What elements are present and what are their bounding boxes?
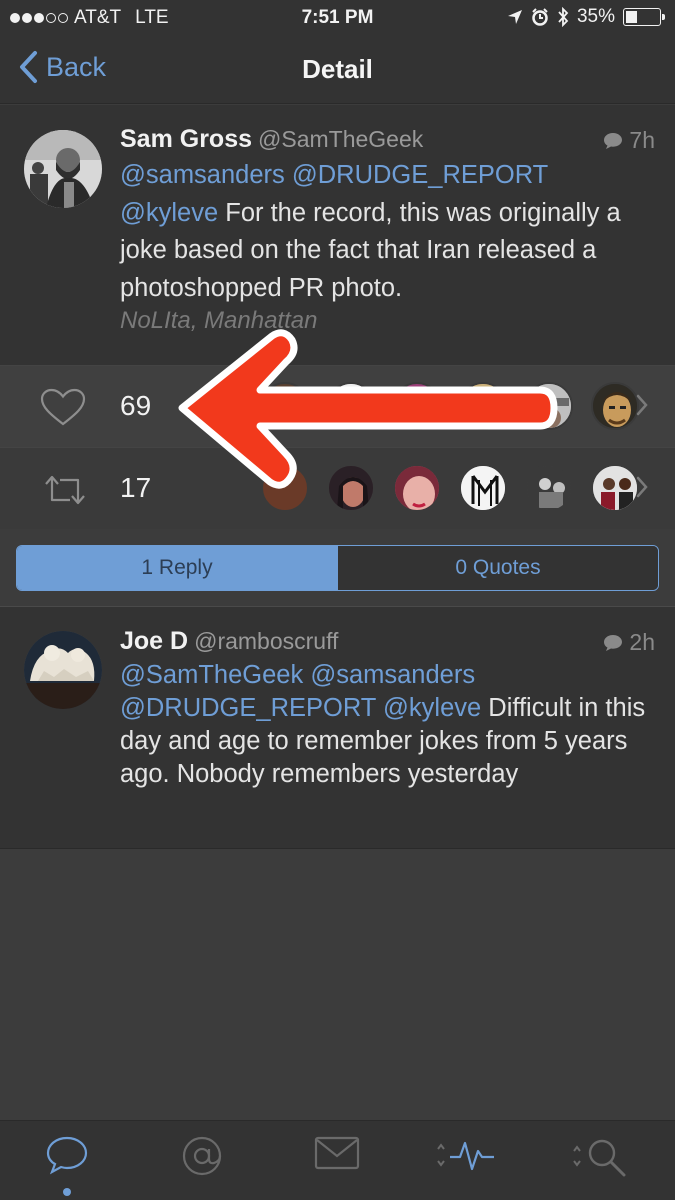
- reply-text: @SamTheGeek @samsanders @DRUDGE_REPORT @…: [120, 659, 653, 791]
- liker-avatar[interactable]: [459, 382, 507, 430]
- retweeter-avatar[interactable]: [261, 464, 309, 512]
- heart-icon: [40, 388, 86, 426]
- replies-quotes-segment: 1 Reply 0 Quotes: [16, 545, 659, 591]
- mention-link[interactable]: @kyleve: [383, 694, 481, 722]
- alarm-icon: [532, 8, 548, 26]
- segment-section: 1 Reply 0 Quotes: [0, 529, 675, 607]
- author-name[interactable]: Sam Gross: [120, 125, 252, 153]
- battery-percent: 35%: [576, 6, 615, 27]
- search-icon: [573, 1139, 626, 1177]
- chevron-right-icon: [636, 394, 648, 416]
- retweets-count: 17: [120, 472, 152, 503]
- status-bar: AT&T LTE 7:51 PM 35%: [0, 0, 675, 36]
- retweeter-avatar[interactable]: [591, 464, 639, 512]
- liker-avatar[interactable]: [591, 382, 639, 430]
- activity-tab[interactable]: [427, 1135, 499, 1195]
- likes-count: 69: [120, 390, 152, 421]
- reply-author-name[interactable]: Joe D: [120, 627, 188, 655]
- quotes-tab[interactable]: 0 Quotes: [337, 546, 658, 590]
- tweet-text: @samsanders @DRUDGE_REPORT @kyleve For t…: [120, 157, 653, 307]
- main-tweet: Sam Gross @SamTheGeek 7h @samsanders @DRU…: [0, 105, 675, 365]
- likes-row[interactable]: 69: [0, 365, 675, 447]
- status-icons: 35%: [507, 6, 665, 28]
- at-sign-icon: [182, 1136, 222, 1176]
- mention-link[interactable]: @SamTheGeek: [120, 661, 303, 689]
- reply-author-avatar[interactable]: [24, 631, 102, 709]
- activity-pulse-icon: [437, 1141, 494, 1171]
- reply-timestamp: 2h: [603, 629, 655, 656]
- liker-avatar[interactable]: [393, 382, 441, 430]
- replies-tab[interactable]: 1 Reply: [17, 546, 337, 590]
- battery-icon: [623, 8, 665, 26]
- retweeter-avatar[interactable]: [459, 464, 507, 512]
- mention-link[interactable]: @DRUDGE_REPORT: [292, 161, 548, 189]
- retweeter-avatar[interactable]: [327, 464, 375, 512]
- chevron-right-icon: [636, 476, 648, 498]
- mention-link[interactable]: @DRUDGE_REPORT: [120, 694, 376, 722]
- tab-bar: [0, 1120, 675, 1200]
- reply-author-handle[interactable]: @ramboscruff: [194, 628, 338, 654]
- time-ago: 2h: [629, 629, 655, 655]
- liker-avatar[interactable]: [327, 382, 375, 430]
- reply-bubble-icon: [604, 634, 623, 651]
- liker-avatar[interactable]: [261, 382, 309, 430]
- reply-bubble-icon: [604, 132, 623, 149]
- tweet-header: Sam Gross @SamTheGeek 7h: [120, 125, 655, 157]
- tweet-location[interactable]: NoLIta, Manhattan: [120, 307, 317, 335]
- mention-link[interactable]: @samsanders: [310, 661, 475, 689]
- location-icon: [507, 10, 522, 24]
- timeline-tab[interactable]: [27, 1135, 107, 1196]
- bluetooth-icon: [558, 7, 569, 27]
- page-title: Detail: [302, 54, 373, 84]
- tweet-timestamp: 7h: [603, 127, 655, 154]
- retweet-icon: [45, 475, 85, 505]
- messages-tab[interactable]: [297, 1135, 377, 1195]
- author-avatar[interactable]: [24, 130, 102, 208]
- retweeter-avatar[interactable]: [525, 464, 573, 512]
- search-tab[interactable]: [568, 1135, 634, 1195]
- speech-bubble-icon: [46, 1136, 88, 1175]
- retweeter-avatars: [253, 464, 639, 514]
- liker-avatar[interactable]: [525, 382, 573, 430]
- liker-avatars: [253, 382, 639, 432]
- active-tab-indicator: [63, 1188, 71, 1196]
- author-handle[interactable]: @SamTheGeek: [258, 126, 423, 152]
- reply-header: Joe D @ramboscruff 2h: [120, 627, 655, 659]
- retweeter-avatar[interactable]: [393, 464, 441, 512]
- envelope-icon: [314, 1136, 360, 1170]
- mentions-tab[interactable]: [162, 1135, 242, 1195]
- time-ago: 7h: [629, 127, 655, 153]
- retweets-row[interactable]: 17: [0, 447, 675, 529]
- mention-link[interactable]: @samsanders: [120, 161, 285, 189]
- mention-link[interactable]: @kyleve: [120, 199, 218, 227]
- navigation-bar: Back Detail: [0, 36, 675, 104]
- reply-tweet[interactable]: Joe D @ramboscruff 2h @SamTheGeek @samsan…: [0, 607, 675, 849]
